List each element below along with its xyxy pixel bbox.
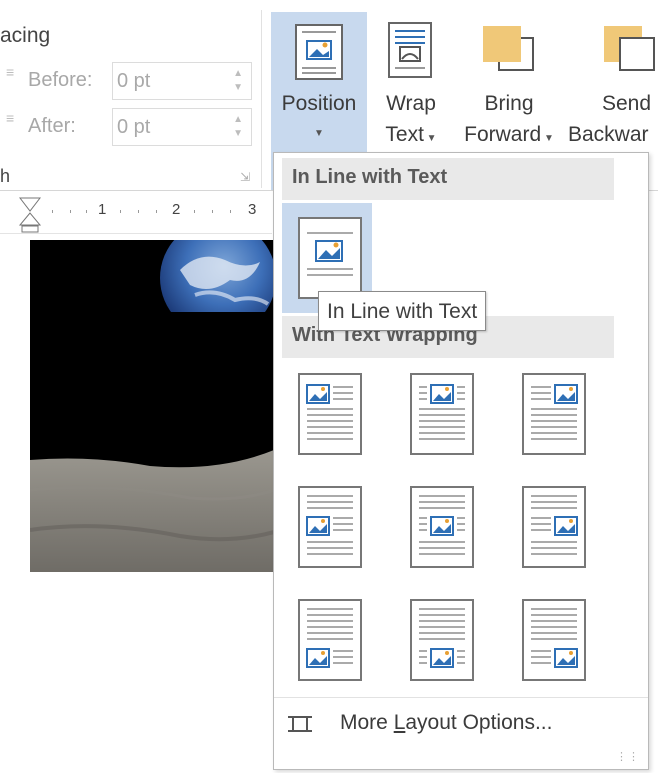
option-top-center[interactable] — [410, 373, 474, 455]
spacing-before-spinner[interactable]: ▲ ▼ — [233, 67, 243, 95]
section-header-inline: In Line with Text — [282, 158, 614, 200]
tooltip: In Line with Text — [318, 291, 487, 331]
position-bottom-left-icon — [298, 599, 362, 681]
ruler-tick — [52, 210, 53, 213]
wrap-text-dropdown-arrow: ▼ — [423, 133, 437, 144]
wrap-text-label-row: Text ▼ — [374, 123, 448, 147]
group-separator — [261, 10, 262, 188]
option-top-right[interactable] — [522, 373, 586, 455]
option-middle-right[interactable] — [522, 486, 586, 568]
ruler-tick — [86, 210, 87, 213]
ruler-number: 1 — [98, 201, 107, 218]
more-layout-options-label: More Layout Options... — [340, 711, 553, 734]
option-top-left[interactable] — [298, 373, 362, 455]
more-layout-options-item[interactable]: More Layout Options... — [288, 705, 638, 745]
bring-forward-label-1: Bring — [484, 92, 534, 115]
send-backward-button[interactable]: Send Backwar — [566, 12, 658, 152]
horizontal-ruler[interactable]: 1 2 3 — [0, 195, 272, 234]
bring-forward-icon — [483, 26, 534, 71]
option-bottom-center[interactable] — [410, 599, 474, 681]
earthrise-image — [30, 240, 274, 572]
indent-marker-icon[interactable] — [18, 197, 42, 233]
spacing-after-input[interactable]: 0 pt ▲ ▼ — [112, 108, 252, 146]
spacing-before-value: 0 pt — [117, 70, 151, 92]
position-label: Position — [281, 92, 357, 115]
position-middle-left-icon — [298, 486, 362, 568]
mnemonic-letter: L — [393, 711, 406, 734]
spacing-before-input[interactable]: 0 pt ▲ ▼ — [112, 62, 252, 100]
spacing-after-value: 0 pt — [117, 116, 151, 138]
wrap-text-icon — [388, 22, 432, 78]
spacing-after-spinner[interactable]: ▲ ▼ — [233, 113, 243, 141]
position-top-right-icon — [522, 373, 586, 455]
position-top-center-icon — [410, 373, 474, 455]
ruler-tick — [138, 210, 139, 213]
bring-forward-label-2: Forward — [464, 123, 542, 146]
ruler-tick — [120, 210, 121, 213]
send-backward-label-2: Backwar — [568, 123, 649, 146]
spacing-after-label: After: — [28, 115, 76, 137]
position-icon — [295, 24, 343, 80]
position-bottom-center-icon — [410, 599, 474, 681]
position-middle-right-icon — [522, 486, 586, 568]
position-dropdown-arrow: ▼ — [314, 128, 324, 139]
option-bottom-left[interactable] — [298, 599, 362, 681]
bring-forward-label-row: Forward ▼ — [455, 123, 563, 147]
bring-forward-button[interactable]: Bring Forward ▼ — [455, 12, 563, 152]
option-bottom-right[interactable] — [522, 599, 586, 681]
position-bottom-right-icon — [522, 599, 586, 681]
wrap-text-label-2: Text — [385, 123, 424, 146]
spacing-label: acing — [0, 24, 51, 47]
bring-forward-dropdown-arrow: ▼ — [541, 133, 554, 144]
paragraph-group-label: h — [0, 166, 11, 186]
option-middle-left[interactable] — [298, 486, 362, 568]
spacing-before-icon: ≡ — [6, 64, 14, 80]
ruler-tick — [156, 210, 157, 213]
menu-separator — [274, 697, 648, 698]
spacing-after-icon: ≡ — [6, 110, 14, 126]
wrap-text-label-1: Wrap — [386, 92, 436, 115]
ruler-number: 3 — [248, 201, 257, 218]
ruler-tick — [212, 210, 213, 213]
position-middle-center-icon — [410, 486, 474, 568]
position-dropdown-menu: In Line with Text With Text Wrapping Mor… — [273, 152, 649, 770]
ruler-tick — [194, 210, 195, 213]
spacing-before-label: Before: — [28, 69, 93, 91]
send-backward-label-1: Send — [602, 92, 652, 115]
in-line-with-text-icon — [298, 217, 362, 299]
layout-options-icon — [288, 716, 312, 732]
resize-grip-icon[interactable]: ⋮⋮ — [616, 750, 640, 763]
ruler-tick — [70, 210, 71, 213]
document-image[interactable] — [30, 240, 274, 572]
option-middle-center[interactable] — [410, 486, 474, 568]
wrap-text-button[interactable]: Wrap Text ▼ — [374, 12, 448, 152]
ruler-number: 2 — [172, 201, 181, 218]
position-top-left-icon — [298, 373, 362, 455]
dialog-launcher-icon[interactable]: ⇲ — [240, 170, 250, 184]
send-backward-icon — [604, 26, 655, 71]
ruler-tick — [230, 210, 231, 213]
